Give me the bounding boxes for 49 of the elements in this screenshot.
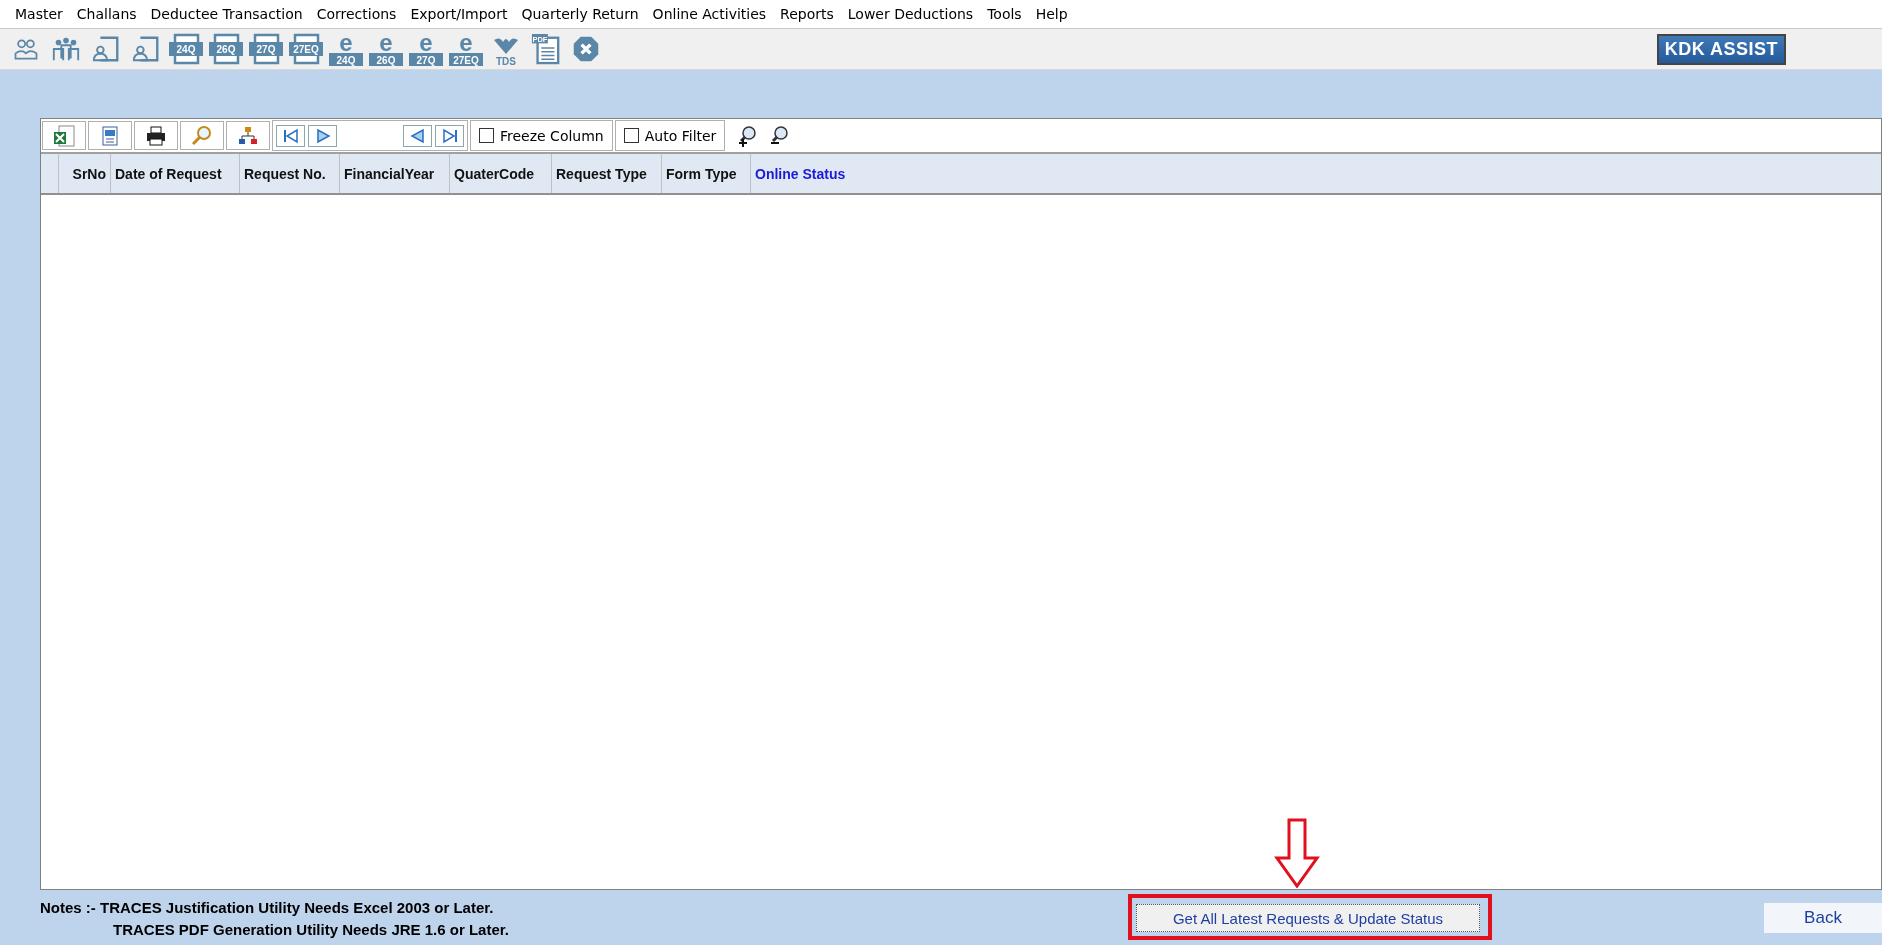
menu-item[interactable]: Lower Deductions bbox=[840, 6, 981, 22]
checkbox[interactable] bbox=[479, 128, 494, 143]
spreadsheet-icon bbox=[52, 123, 76, 148]
xml-export-button[interactable] bbox=[88, 121, 132, 150]
column-header[interactable]: Request No. bbox=[240, 154, 340, 193]
last-page-button[interactable] bbox=[435, 124, 464, 147]
checkbox-option[interactable]: Auto Filter bbox=[614, 120, 726, 151]
checkbox[interactable] bbox=[623, 128, 639, 143]
document-person-icon[interactable] bbox=[91, 34, 121, 64]
document-icon bbox=[99, 124, 121, 147]
column-header[interactable]: SrNo bbox=[59, 154, 111, 193]
hierarchy-icon bbox=[237, 124, 259, 147]
assist-button[interactable]: KDK ASSIST bbox=[1656, 33, 1786, 65]
checkbox-option[interactable]: Freeze Column bbox=[470, 120, 613, 151]
note-text: Notes :- TRACES Justification Utility Needs Excel 2003 or Later. bbox=[40, 898, 495, 918]
menu-item[interactable]: Online Activities bbox=[645, 6, 774, 22]
back-icon bbox=[408, 127, 427, 144]
menu-item[interactable]: Quarterly Return bbox=[514, 6, 646, 22]
menu-item[interactable]: Deductee Transaction bbox=[143, 6, 310, 22]
menu-item[interactable]: Help bbox=[1028, 6, 1075, 22]
column-header[interactable]: QuaterCode bbox=[450, 154, 552, 193]
first-icon bbox=[281, 127, 300, 144]
back-button[interactable]: Back bbox=[1764, 903, 1882, 933]
first-page-button[interactable] bbox=[276, 124, 305, 147]
checkbox-label: Freeze Column bbox=[500, 127, 604, 144]
print-button[interactable] bbox=[134, 121, 178, 150]
menu-item[interactable]: Master bbox=[8, 6, 70, 22]
hierarchy-button[interactable] bbox=[226, 121, 270, 150]
checkbox-label: Auto Filter bbox=[644, 127, 717, 144]
column-header[interactable]: Date of Request bbox=[111, 154, 240, 193]
search-icon bbox=[191, 124, 213, 147]
column-header[interactable]: Online Status bbox=[751, 154, 1881, 193]
excel-export-button[interactable] bbox=[42, 121, 86, 150]
next-button[interactable] bbox=[308, 124, 337, 147]
menu-item[interactable]: Export/Import bbox=[403, 6, 515, 22]
menu-item[interactable]: Challans bbox=[69, 6, 144, 22]
previous-button[interactable] bbox=[403, 124, 432, 147]
document-person-icon[interactable] bbox=[131, 34, 161, 64]
close-icon[interactable] bbox=[572, 35, 600, 63]
column-header[interactable]: FinancialYear bbox=[340, 154, 450, 193]
menu-item[interactable]: Corrections bbox=[309, 6, 404, 22]
column-header[interactable]: Form Type bbox=[662, 154, 751, 193]
last-icon bbox=[440, 127, 459, 144]
menu-item[interactable]: Tools bbox=[980, 6, 1029, 22]
menu-item[interactable]: Reports bbox=[773, 6, 841, 22]
note-text: TRACES PDF Generation Utility Needs JRE 1.6 or Later. bbox=[112, 920, 509, 940]
update-status-button[interactable]: Get All Latest Requests & Update Status bbox=[1136, 904, 1480, 932]
column-header[interactable]: Request Type bbox=[552, 154, 662, 193]
printer-icon bbox=[145, 124, 167, 147]
